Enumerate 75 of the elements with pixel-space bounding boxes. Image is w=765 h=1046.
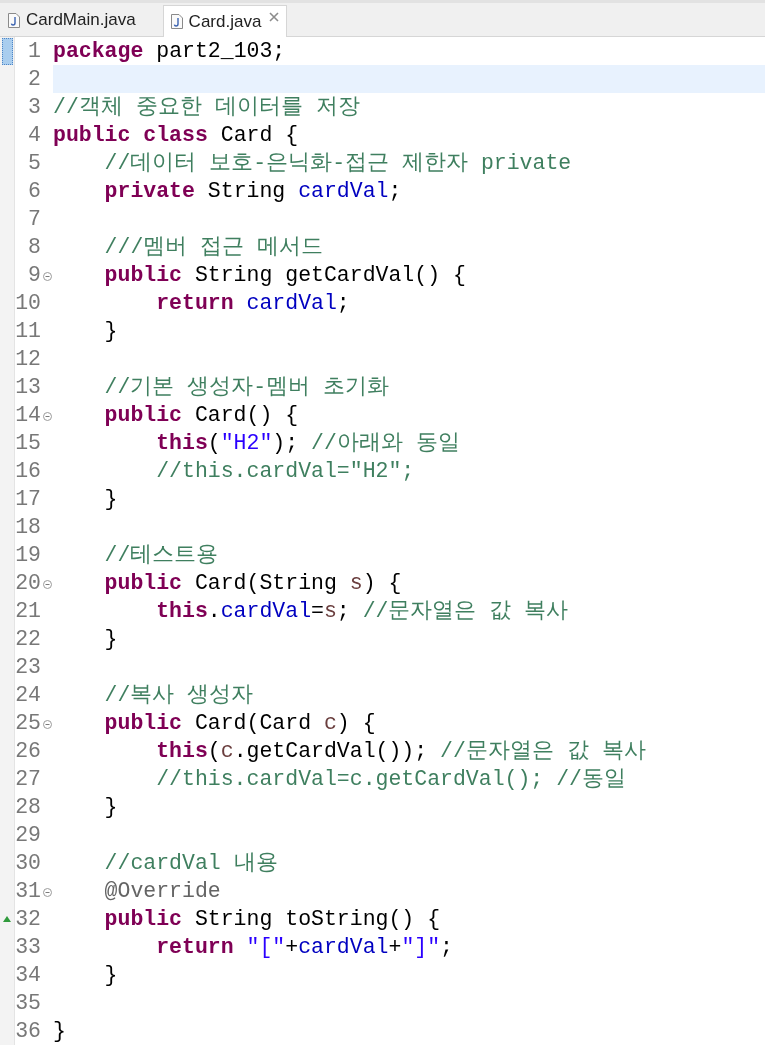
- code-line: public String getCardVal() {: [104, 262, 466, 289]
- code-line: private String cardVal;: [104, 178, 402, 205]
- code-line: //this.cardVal="H2";: [156, 458, 415, 485]
- file-icon: [8, 12, 20, 28]
- minus-circle-icon[interactable]: [42, 412, 52, 421]
- code-line: }: [53, 1018, 66, 1045]
- line-number: 22: [15, 626, 41, 653]
- line-number: 3: [28, 94, 41, 121]
- code-line: }: [104, 794, 118, 821]
- code-line: public Card(Card c) {: [104, 710, 376, 737]
- code-line: }: [104, 962, 118, 989]
- code-line: //복사 생성자: [104, 682, 254, 709]
- minus-circle-icon[interactable]: [42, 720, 52, 729]
- line-number: 5: [28, 150, 41, 177]
- line-number: 35: [15, 990, 41, 1017]
- editor-tab[interactable]: CardMain.java: [0, 4, 158, 36]
- editor-tab[interactable]: Card.java: [162, 5, 288, 37]
- line-number: 29: [15, 822, 41, 849]
- line-number: 1: [28, 38, 41, 65]
- code-line: public Card() {: [104, 402, 299, 429]
- minus-circle-icon[interactable]: [42, 580, 52, 589]
- line-number: 30: [15, 850, 41, 877]
- line-number: 7: [28, 206, 41, 233]
- close-icon[interactable]: [269, 11, 280, 22]
- code-line: this(c.getCardVal()); //문자열은 값 복사: [156, 738, 646, 765]
- line-number: 36: [15, 1018, 41, 1045]
- line-number: 33: [15, 934, 41, 961]
- code-line: this("H2"); //아래와 동일: [156, 430, 460, 457]
- code-line: //this.cardVal=c.getCardVal(); //동일: [156, 766, 626, 793]
- line-number: 8: [28, 234, 41, 261]
- code-line: //데이터 보호-은닉화-접근 제한자 private: [104, 150, 572, 177]
- line-number: 12: [15, 346, 41, 373]
- code-line: this.cardVal=s; //문자열은 값 복사: [156, 598, 569, 625]
- line-number: 14: [15, 402, 41, 429]
- line-number: 10: [15, 290, 41, 317]
- code-line: //객체 중요한 데이터를 저장: [53, 94, 360, 121]
- line-number: 27: [15, 766, 41, 793]
- line-number: 13: [15, 374, 41, 401]
- line-number: 18: [15, 514, 41, 541]
- line-number: 34: [15, 962, 41, 989]
- line-number: 26: [15, 738, 41, 765]
- line-number: 28: [15, 794, 41, 821]
- line-number: 16: [15, 458, 41, 485]
- code-line: }: [104, 486, 118, 513]
- code-line: package part2_103;: [53, 38, 286, 65]
- line-number: 19: [15, 542, 41, 569]
- line-number: 25: [15, 710, 41, 737]
- minus-circle-icon[interactable]: [42, 888, 52, 897]
- line-number: 9: [28, 262, 41, 289]
- line-number: 31: [15, 878, 41, 905]
- code-line: return cardVal;: [156, 290, 350, 317]
- minus-circle-icon[interactable]: [42, 272, 52, 281]
- code-line: return "["+cardVal+"]";: [156, 934, 453, 961]
- line-number: 20: [15, 570, 41, 597]
- line-number: 4: [28, 122, 41, 149]
- line-number: 11: [15, 318, 41, 345]
- code-line: @Override: [104, 878, 221, 905]
- code-line: public String toString() {: [104, 906, 441, 933]
- line-number: 6: [28, 178, 41, 205]
- line-number: 15: [15, 430, 41, 457]
- code-line: ///멤버 접근 메서드: [104, 234, 324, 261]
- code-line: //테스트용: [104, 542, 219, 569]
- line-number: 24: [15, 682, 41, 709]
- code-line: }: [104, 626, 118, 653]
- line-number: 32: [15, 906, 41, 933]
- code-line: //cardVal 내용: [104, 850, 278, 877]
- line-number: 2: [28, 66, 41, 93]
- line-number: 23: [15, 654, 41, 681]
- code-line: public class Card {: [53, 122, 299, 149]
- file-icon: [170, 14, 183, 29]
- line-number: 17: [15, 486, 41, 513]
- code-line: //기본 생성자-멤버 초기화: [104, 374, 390, 401]
- code-line: }: [104, 318, 118, 345]
- line-number: 21: [15, 598, 41, 625]
- code-line: public Card(String s) {: [104, 570, 402, 597]
